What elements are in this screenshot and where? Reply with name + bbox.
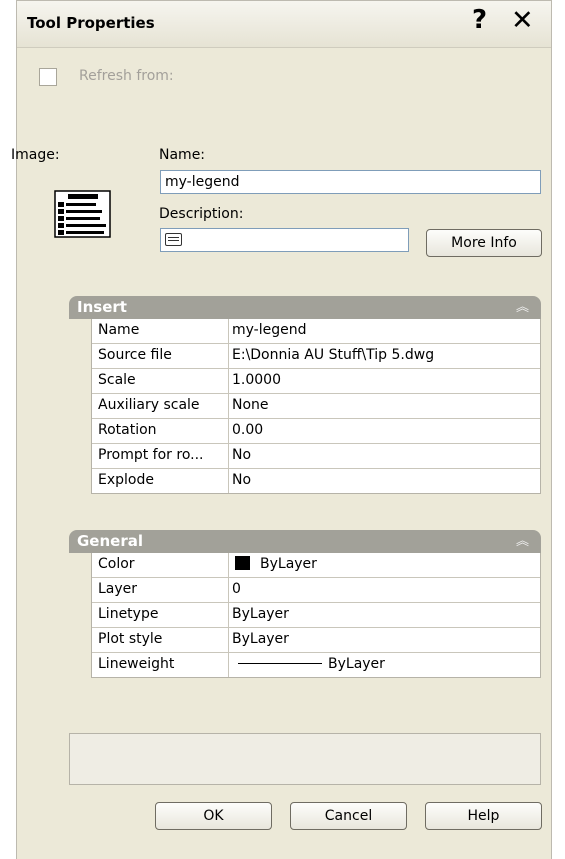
insert-section-header[interactable]: Insert ︽: [69, 296, 541, 319]
property-name: Color: [92, 553, 229, 577]
property-row[interactable]: Source file E:\Donnia AU Stuff\Tip 5.dwg: [92, 343, 540, 368]
insert-properties-grid: Name my-legend Source file E:\Donnia AU …: [91, 319, 541, 494]
more-info-button[interactable]: More Info: [426, 229, 542, 257]
memo-icon: [165, 233, 182, 246]
lineweight-value: ByLayer: [328, 656, 385, 672]
property-name: Scale: [92, 369, 229, 393]
name-input[interactable]: my-legend: [160, 170, 541, 194]
property-name: Auxiliary scale: [92, 394, 229, 418]
property-name: Linetype: [92, 603, 229, 627]
general-section: General ︽ Color ByLayer Layer 0 Linetype…: [69, 530, 541, 678]
property-row[interactable]: Plot style ByLayer: [92, 627, 540, 652]
property-value[interactable]: 1.0000: [229, 369, 540, 393]
general-section-title: General: [77, 532, 143, 550]
dialog-title: Tool Properties: [27, 14, 155, 32]
lineweight-sample: [238, 663, 322, 664]
tool-image-thumbnail[interactable]: [54, 190, 111, 238]
title-bar[interactable]: Tool Properties ? ✕: [17, 1, 551, 48]
insert-section: Insert ︽ Name my-legend Source file E:\D…: [69, 296, 541, 494]
cancel-button[interactable]: Cancel: [290, 802, 407, 830]
property-name: Name: [92, 319, 229, 343]
property-name: Plot style: [92, 628, 229, 652]
property-row[interactable]: Rotation 0.00: [92, 418, 540, 443]
double-chevron-up-icon[interactable]: ︽: [516, 530, 529, 553]
general-properties-grid: Color ByLayer Layer 0 Linetype ByLayer P…: [91, 553, 541, 678]
property-value[interactable]: 0.00: [229, 419, 540, 443]
property-value[interactable]: E:\Donnia AU Stuff\Tip 5.dwg: [229, 344, 540, 368]
property-row[interactable]: Explode No: [92, 468, 540, 493]
property-row[interactable]: Color ByLayer: [92, 553, 540, 577]
property-row[interactable]: Scale 1.0000: [92, 368, 540, 393]
property-row[interactable]: Layer 0: [92, 577, 540, 602]
property-value[interactable]: None: [229, 394, 540, 418]
property-name: Explode: [92, 469, 229, 493]
property-row[interactable]: Name my-legend: [92, 319, 540, 343]
ok-button[interactable]: OK: [155, 802, 272, 830]
property-value[interactable]: ByLayer: [229, 628, 540, 652]
property-value[interactable]: No: [229, 469, 540, 493]
property-value[interactable]: ByLayer: [229, 553, 540, 577]
description-info-box: [69, 733, 541, 785]
double-chevron-up-icon[interactable]: ︽: [516, 296, 529, 319]
image-label: Image:: [11, 147, 60, 163]
name-label: Name:: [159, 147, 206, 163]
property-value[interactable]: ByLayer: [229, 603, 540, 627]
refresh-checkbox[interactable]: [39, 68, 57, 86]
tool-properties-dialog: Tool Properties ? ✕ Refresh from: Image:…: [11, 0, 552, 859]
color-swatch: [235, 556, 250, 570]
property-name: Layer: [92, 578, 229, 602]
property-value[interactable]: my-legend: [229, 319, 540, 343]
general-section-header[interactable]: General ︽: [69, 530, 541, 553]
property-row[interactable]: Linetype ByLayer: [92, 602, 540, 627]
help-button[interactable]: Help: [425, 802, 542, 830]
refresh-label: Refresh from:: [79, 68, 174, 84]
property-name: Lineweight: [92, 653, 229, 677]
description-input[interactable]: [160, 228, 409, 252]
property-row[interactable]: Lineweight ByLayer: [92, 652, 540, 677]
property-row[interactable]: Prompt for ro... No: [92, 443, 540, 468]
property-row[interactable]: Auxiliary scale None: [92, 393, 540, 418]
property-value[interactable]: 0: [229, 578, 540, 602]
insert-section-title: Insert: [77, 298, 127, 316]
property-value[interactable]: ByLayer: [229, 653, 540, 677]
color-value: ByLayer: [260, 556, 317, 572]
property-name: Prompt for ro...: [92, 444, 229, 468]
close-icon[interactable]: ✕: [511, 5, 534, 36]
property-value[interactable]: No: [229, 444, 540, 468]
description-label: Description:: [159, 206, 244, 222]
property-name: Source file: [92, 344, 229, 368]
help-icon[interactable]: ?: [472, 5, 487, 35]
property-name: Rotation: [92, 419, 229, 443]
